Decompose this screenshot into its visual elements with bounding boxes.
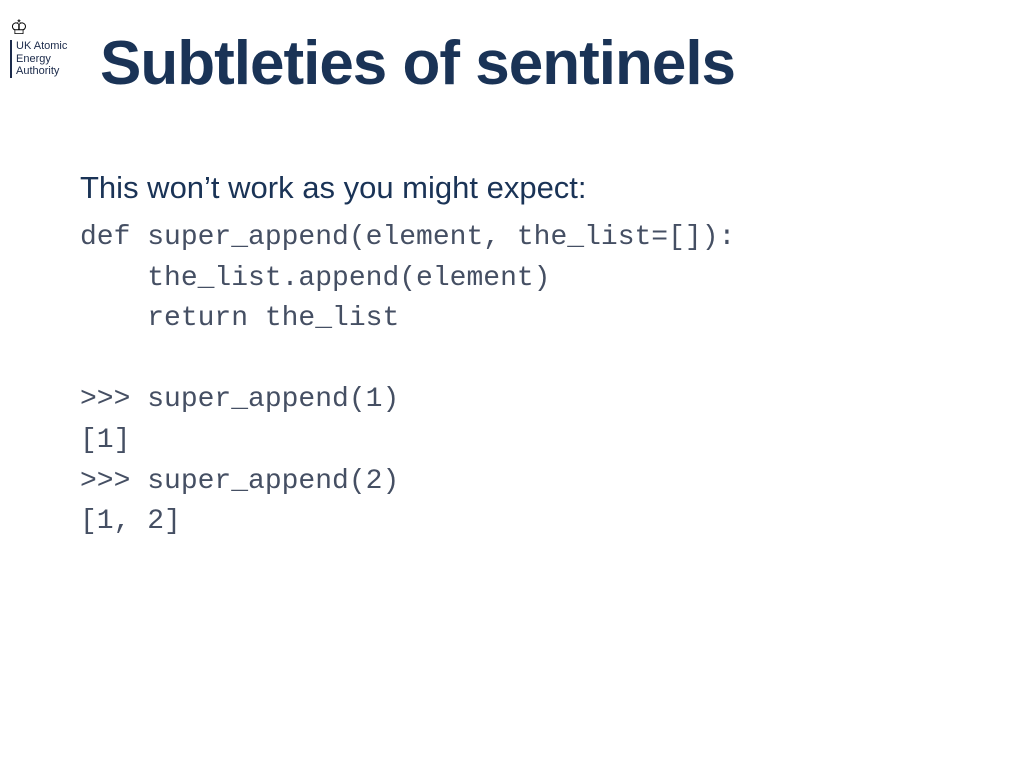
slide-body: This won’t work as you might expect: def…	[80, 170, 964, 543]
slide: ♔ UK Atomic Energy Authority Subtleties …	[0, 0, 1024, 768]
org-line-2: Energy	[16, 53, 80, 66]
lead-text: This won’t work as you might expect:	[80, 170, 964, 206]
org-line-3: Authority	[16, 65, 80, 78]
slide-title: Subtleties of sentinels	[100, 28, 984, 99]
crown-icon: ♔	[10, 18, 80, 38]
org-name: UK Atomic Energy Authority	[10, 40, 80, 78]
org-line-1: UK Atomic	[16, 40, 80, 53]
code-block: def super_append(element, the_list=[]): …	[80, 218, 964, 543]
org-logo: ♔ UK Atomic Energy Authority	[10, 18, 80, 78]
